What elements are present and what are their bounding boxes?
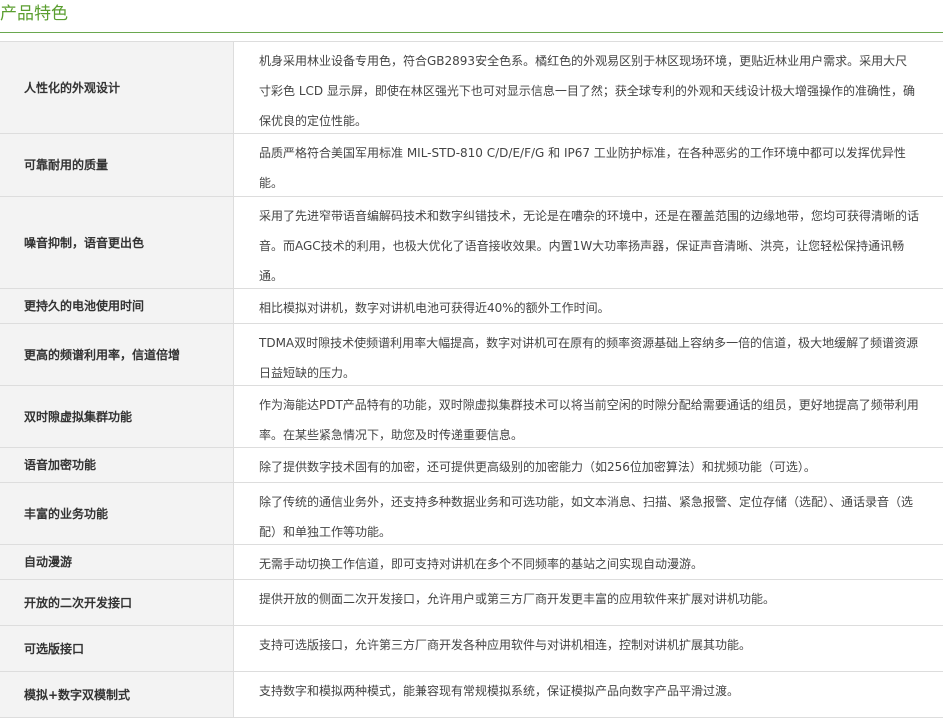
feature-name: 开放的二次开发接口 bbox=[0, 580, 234, 625]
feature-row: 开放的二次开发接口 提供开放的侧面二次开发接口，允许用户或第三方厂商开发更丰富的… bbox=[0, 580, 943, 626]
feature-row: 更高的频谱利用率，信道倍增 TDMA双时隙技术使频谱利用率大幅提高，数字对讲机可… bbox=[0, 324, 943, 386]
feature-description: 相比模拟对讲机，数字对讲机电池可获得近40%的额外工作时间。 bbox=[259, 301, 610, 315]
section-header: 产品特色 bbox=[0, 0, 943, 33]
feature-row: 模拟+数字双模制式 支持数字和模拟两种模式，能兼容现有常规模拟系统，保证模拟产品… bbox=[0, 672, 943, 718]
feature-description: 采用了先进窄带语音编解码技术和数字纠错技术，无论是在嘈杂的环境中，还是在覆盖范围… bbox=[259, 209, 920, 283]
feature-description: 除了提供数字技术固有的加密，还可提供更高级别的加密能力（如256位加密算法）和扰… bbox=[259, 460, 816, 474]
feature-name: 自动漫游 bbox=[0, 545, 234, 579]
feature-name: 可选版接口 bbox=[0, 626, 234, 671]
feature-row: 双时隙虚拟集群功能 作为海能达PDT产品特有的功能，双时隙虚拟集群技术可以将当前… bbox=[0, 386, 943, 448]
section-title: 产品特色 bbox=[0, 4, 68, 24]
feature-row: 更持久的电池使用时间 相比模拟对讲机，数字对讲机电池可获得近40%的额外工作时间… bbox=[0, 289, 943, 324]
feature-name: 人性化的外观设计 bbox=[0, 42, 234, 133]
feature-name: 丰富的业务功能 bbox=[0, 483, 234, 544]
feature-row: 语音加密功能 除了提供数字技术固有的加密，还可提供更高级别的加密能力（如256位… bbox=[0, 448, 943, 483]
feature-description: 作为海能达PDT产品特有的功能，双时隙虚拟集群技术可以将当前空闲的时隙分配给需要… bbox=[259, 398, 919, 442]
feature-description: 机身采用林业设备专用色，符合GB2893安全色系。橘红色的外观易区别于林区现场环… bbox=[259, 54, 915, 128]
feature-description: 无需手动切换工作信道，即可支持对讲机在多个不同频率的基站之间实现自动漫游。 bbox=[259, 557, 704, 571]
feature-description: TDMA双时隙技术使频谱利用率大幅提高，数字对讲机可在原有的频率资源基础上容纳多… bbox=[259, 336, 919, 380]
feature-name: 可靠耐用的质量 bbox=[0, 134, 234, 196]
feature-row: 可选版接口 支持可选版接口，允许第三方厂商开发各种应用软件与对讲机相连，控制对讲… bbox=[0, 626, 943, 672]
feature-name: 双时隙虚拟集群功能 bbox=[0, 386, 234, 447]
feature-name: 更持久的电池使用时间 bbox=[0, 289, 234, 323]
feature-description: 支持数字和模拟两种模式，能兼容现有常规模拟系统，保证模拟产品向数字产品平滑过渡。 bbox=[259, 684, 740, 698]
feature-description: 提供开放的侧面二次开发接口，允许用户或第三方厂商开发更丰富的应用软件来扩展对讲机… bbox=[259, 592, 776, 606]
feature-description: 品质严格符合美国军用标准 MIL-STD-810 C/D/E/F/G 和 IP6… bbox=[259, 146, 906, 190]
feature-row: 噪音抑制，语音更出色 采用了先进窄带语音编解码技术和数字纠错技术，无论是在嘈杂的… bbox=[0, 197, 943, 289]
feature-name: 噪音抑制，语音更出色 bbox=[0, 197, 234, 288]
feature-row: 自动漫游 无需手动切换工作信道，即可支持对讲机在多个不同频率的基站之间实现自动漫… bbox=[0, 545, 943, 580]
feature-description: 除了传统的通信业务外，还支持多种数据业务和可选功能，如文本消息、扫描、紧急报警、… bbox=[259, 495, 914, 539]
feature-row: 人性化的外观设计 机身采用林业设备专用色，符合GB2893安全色系。橘红色的外观… bbox=[0, 42, 943, 134]
feature-description: 支持可选版接口，允许第三方厂商开发各种应用软件与对讲机相连，控制对讲机扩展其功能… bbox=[259, 638, 752, 652]
feature-row: 可靠耐用的质量 品质严格符合美国军用标准 MIL-STD-810 C/D/E/F… bbox=[0, 134, 943, 197]
feature-name: 更高的频谱利用率，信道倍增 bbox=[0, 324, 234, 385]
feature-name: 模拟+数字双模制式 bbox=[0, 672, 234, 717]
feature-name: 语音加密功能 bbox=[0, 448, 234, 482]
feature-row: 丰富的业务功能 除了传统的通信业务外，还支持多种数据业务和可选功能，如文本消息、… bbox=[0, 483, 943, 545]
feature-table: 人性化的外观设计 机身采用林业设备专用色，符合GB2893安全色系。橘红色的外观… bbox=[0, 41, 943, 718]
